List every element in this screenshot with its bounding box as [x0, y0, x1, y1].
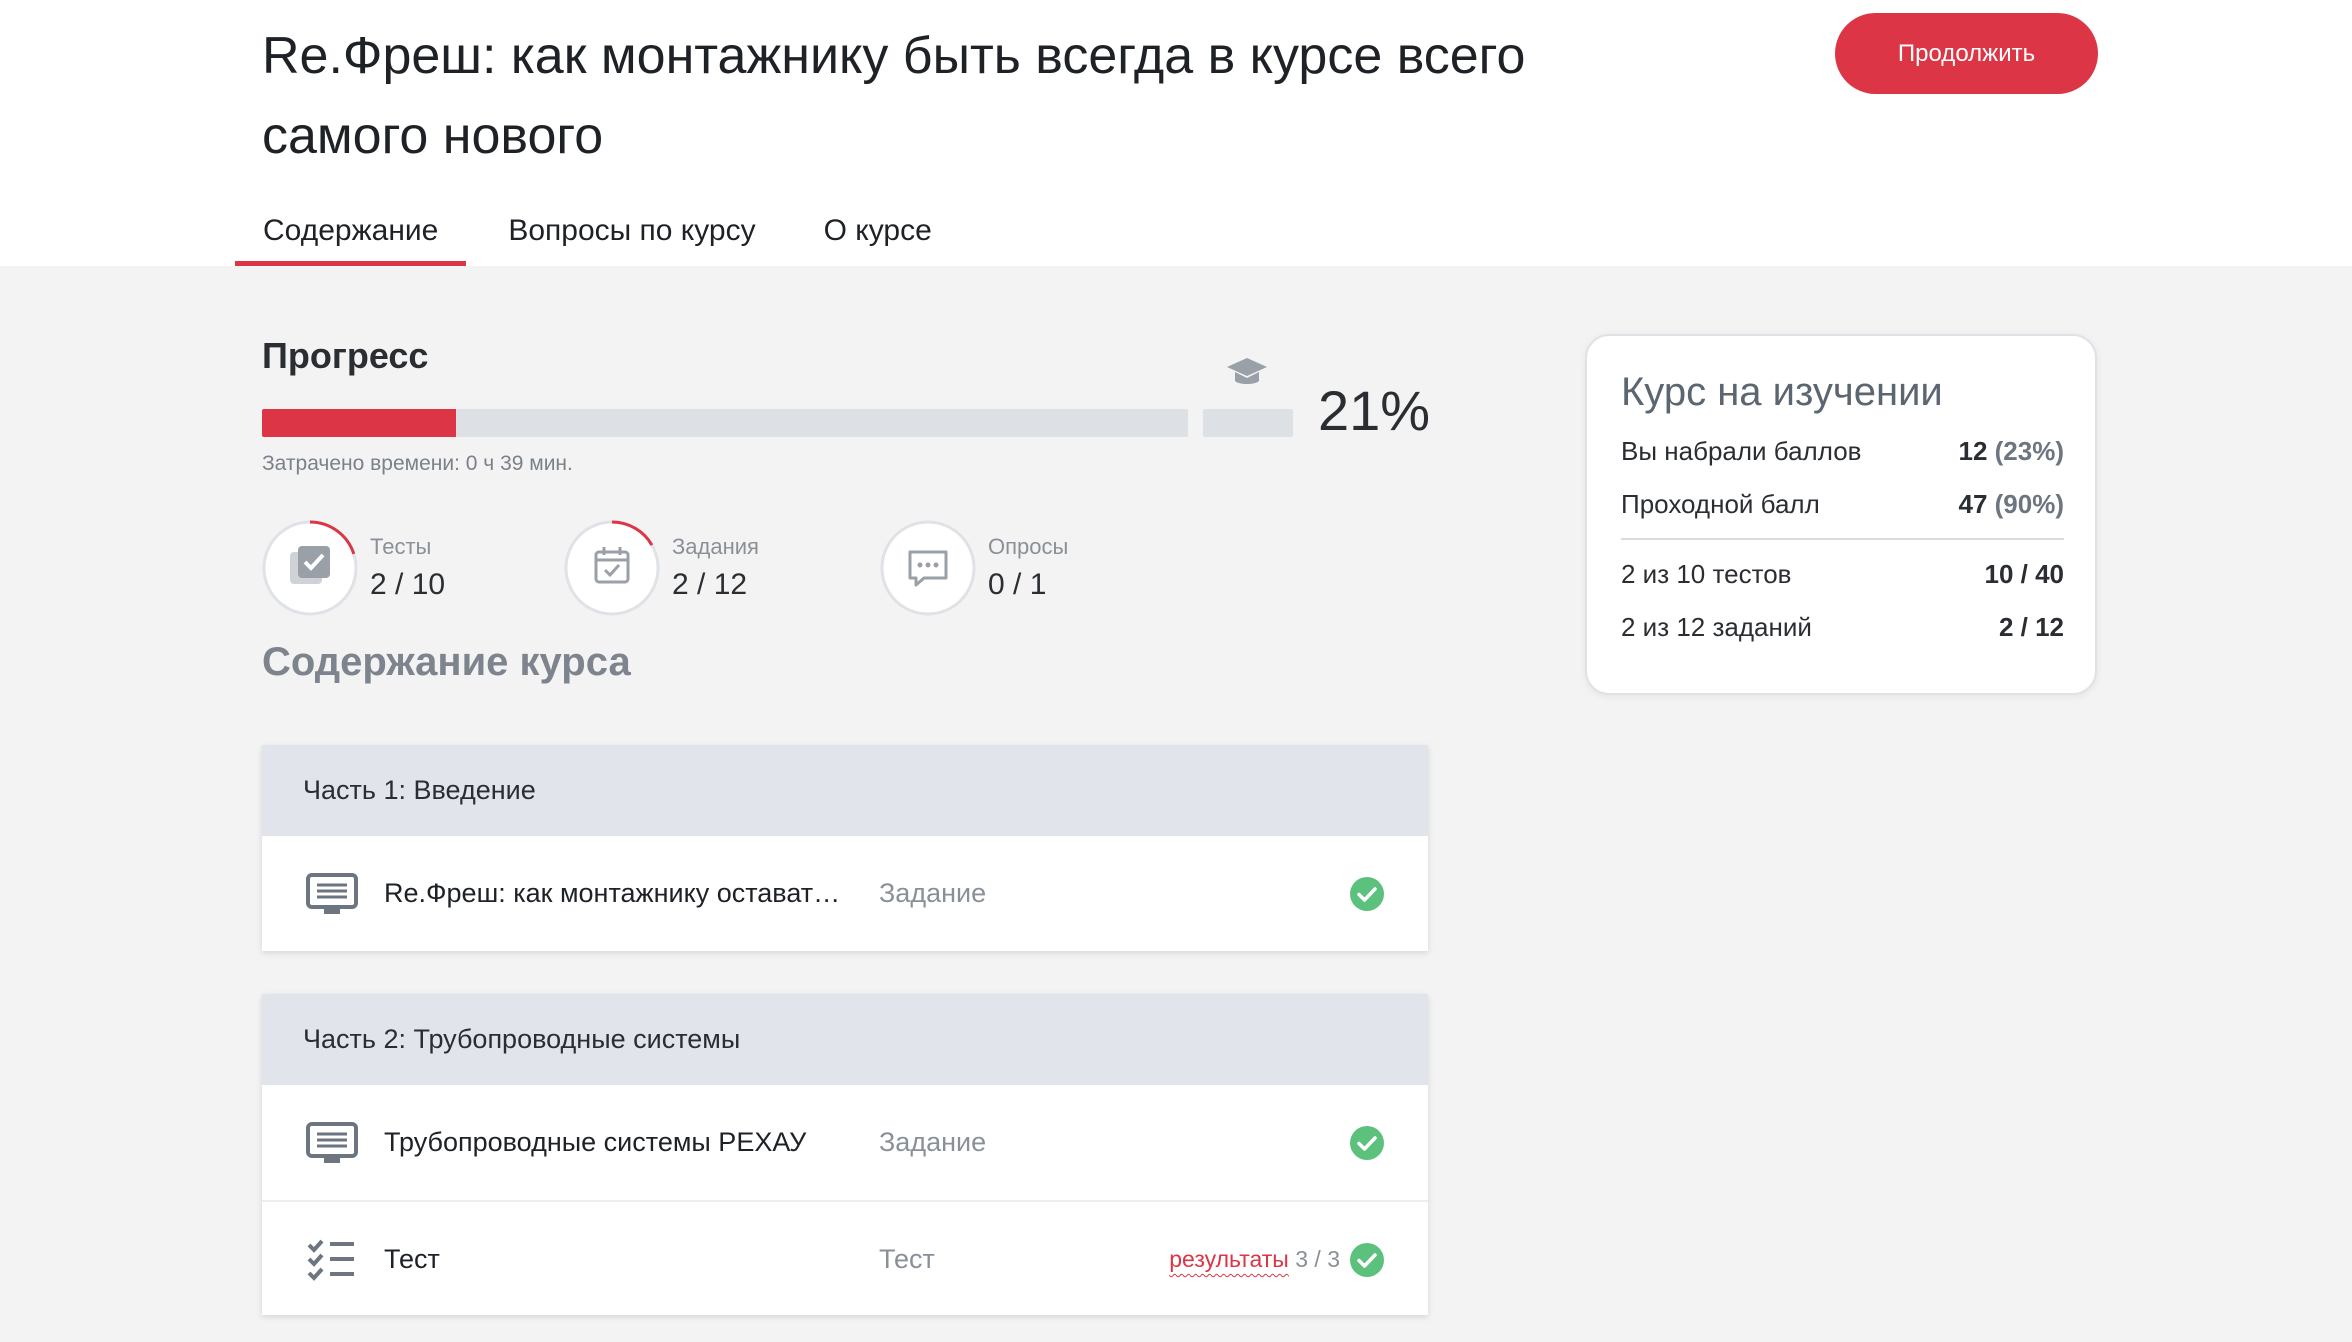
test-type: Тест: [879, 1244, 935, 1274]
monitor-icon: [306, 1122, 358, 1163]
stat-tasks-value: 2 / 12: [672, 568, 748, 601]
test-name[interactable]: Тест: [384, 1202, 854, 1317]
lesson-name[interactable]: Трубопроводные системы РЕХАУ: [384, 1085, 854, 1200]
time-spent: Затрачено времени: 0 ч 39 мин.: [262, 452, 573, 475]
tests-label: 2 из 10 тестов: [1621, 559, 1792, 589]
score-row: Вы набрали баллов 12 (23%): [1621, 436, 2064, 476]
section-title: Часть 1: Введение: [262, 745, 1428, 836]
tab-about[interactable]: О курсе: [796, 200, 960, 266]
progress-percent: 21%: [1318, 379, 1431, 442]
card-divider: [1621, 538, 2064, 540]
stat-surveys-value: 0 / 1: [988, 568, 1047, 601]
score-number: 12: [1958, 436, 1988, 466]
surveys-progress-ring: [880, 520, 976, 616]
pass-label: Проходной балл: [1621, 489, 1820, 519]
checklist-icon: [307, 1239, 354, 1281]
graduation-cap-icon: [1227, 358, 1267, 384]
course-header: Re.Фреш: как монтажнику быть всегда в ку…: [0, 0, 2352, 266]
check-circle-icon: [1350, 1126, 1384, 1160]
progress-goal-segment: [1203, 409, 1293, 437]
lesson-row[interactable]: Трубопроводные системы РЕХАУ Задание: [262, 1085, 1428, 1200]
pass-value: 47 (90%): [1958, 489, 2064, 520]
stat-tasks-label: Задания: [672, 534, 759, 559]
results-link[interactable]: результаты: [1169, 1246, 1289, 1272]
tab-questions[interactable]: Вопросы по курсу: [480, 200, 783, 266]
course-section: Часть 2: Трубопроводные системы Трубопро…: [262, 994, 1428, 1315]
course-section: Часть 1: Введение Re.Фреш: как монтажник…: [262, 745, 1428, 951]
continue-button[interactable]: Продолжить: [1835, 13, 2098, 94]
pass-percent: (90%): [1994, 489, 2064, 519]
page-title: Re.Фреш: как монтажнику быть всегда в ку…: [262, 27, 1526, 165]
test-row[interactable]: Тест Тест результаты 3 / 3: [262, 1200, 1428, 1315]
results-score: 3 / 3: [1295, 1246, 1340, 1272]
lesson-type: Задание: [879, 1127, 987, 1157]
stat-tests-label: Тесты: [370, 534, 432, 559]
score-value: 12 (23%): [1958, 436, 2064, 467]
tasks-row: 2 из 12 заданий 2 / 12: [1621, 612, 2064, 652]
pass-number: 47: [1958, 489, 1988, 519]
lesson-row[interactable]: Re.Фреш: как монтажнику оставаться всегд…: [262, 836, 1428, 951]
progress-bar: [262, 409, 1188, 437]
stat-surveys-label: Опросы: [988, 534, 1069, 559]
monitor-icon: [306, 873, 358, 914]
score-label: Вы набрали баллов: [1621, 436, 1862, 466]
lesson-name[interactable]: Re.Фреш: как монтажнику оставаться всегд…: [384, 836, 854, 951]
course-status-card: Курс на изучении Вы набрали баллов 12 (2…: [1585, 334, 2097, 695]
tests-value: 10 / 40: [1984, 559, 2064, 589]
test-results: результаты 3 / 3: [1169, 1202, 1340, 1317]
score-percent: (23%): [1994, 436, 2064, 466]
course-tabs: Содержание Вопросы по курсу О курсе: [235, 200, 960, 266]
lesson-type: Задание: [879, 878, 987, 908]
tasks-progress-ring: [564, 520, 660, 616]
tasks-label: 2 из 12 заданий: [1621, 612, 1812, 642]
progress-fill: [262, 409, 457, 437]
check-circle-icon: [1350, 1243, 1384, 1277]
check-circle-icon: [1350, 877, 1384, 911]
tests-row: 2 из 10 тестов 10 / 40: [1621, 559, 2064, 599]
tab-content[interactable]: Содержание: [235, 200, 467, 266]
tasks-value: 2 / 12: [1998, 612, 2064, 642]
card-title: Курс на изучении: [1621, 370, 1943, 414]
stat-tests-value: 2 / 10: [370, 568, 446, 601]
course-content-title: Содержание курса: [262, 640, 631, 684]
tests-progress-ring: [262, 520, 358, 616]
progress-title: Прогресс: [262, 335, 429, 376]
section-title: Часть 2: Трубопроводные системы: [262, 994, 1428, 1085]
pass-row: Проходной балл 47 (90%): [1621, 489, 2064, 529]
